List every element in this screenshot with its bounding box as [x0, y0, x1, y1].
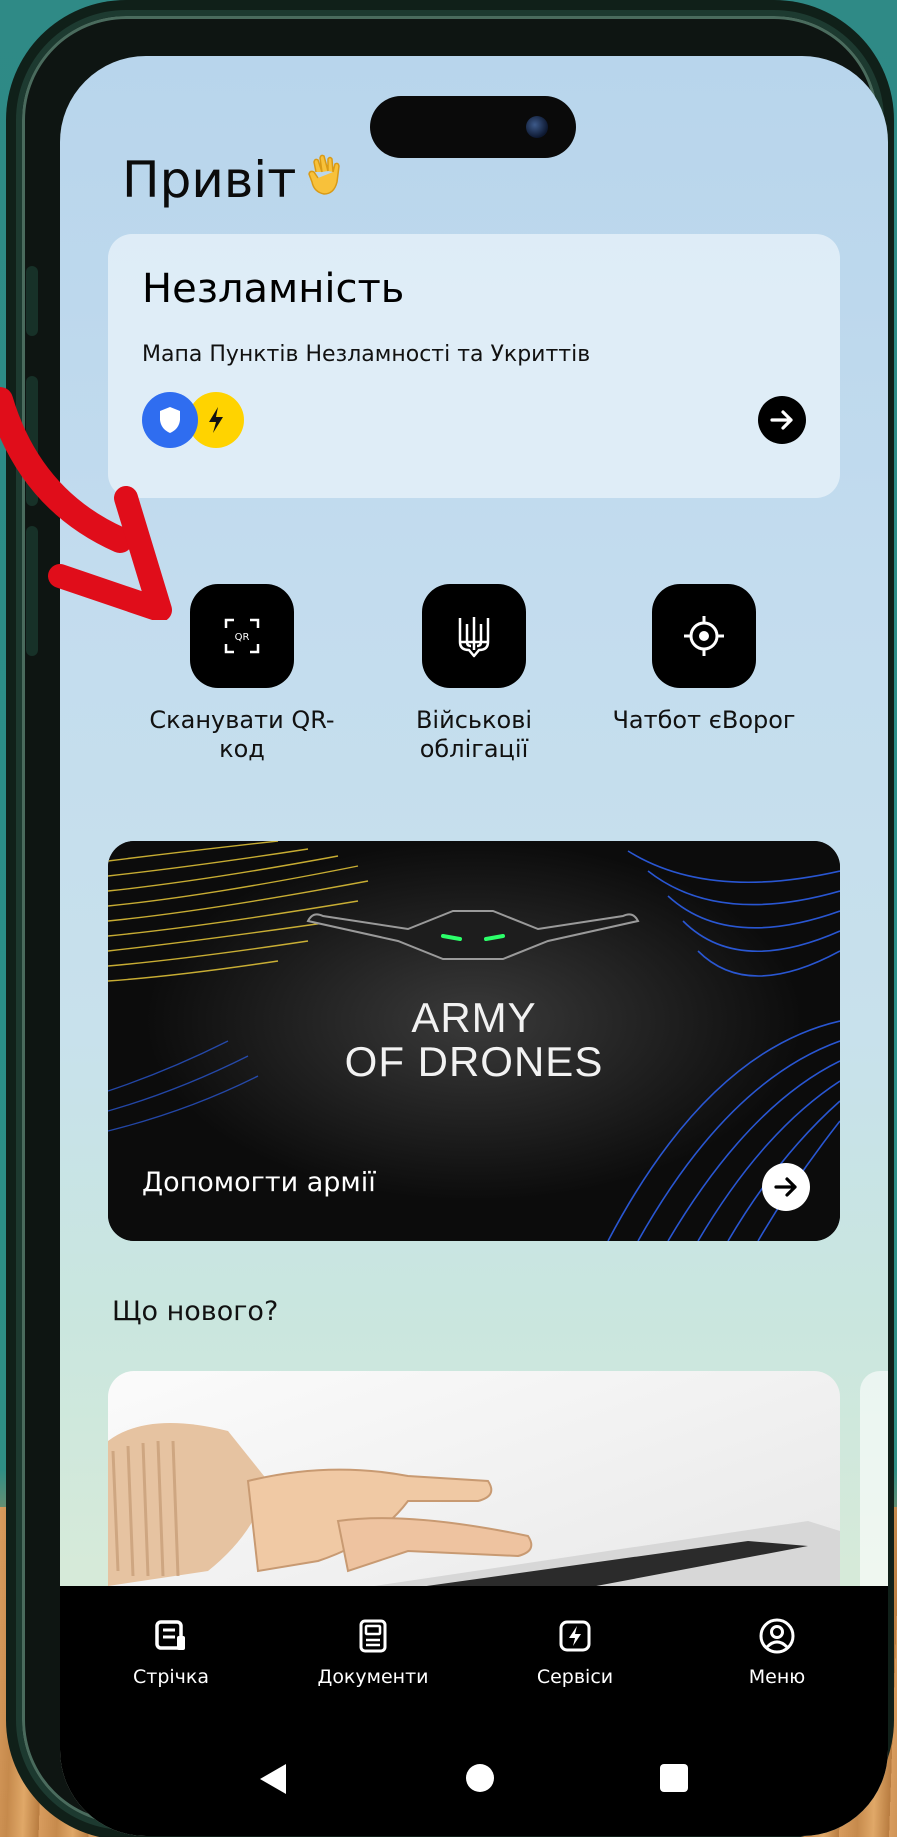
quick-action-label: Сканувати QR-код	[149, 706, 335, 763]
back-icon[interactable]	[258, 1762, 288, 1800]
documents-icon	[288, 1612, 458, 1660]
services-icon	[490, 1612, 660, 1660]
tab-label: Сервіси	[536, 1666, 614, 1688]
profile-icon	[692, 1612, 862, 1660]
feed-icon	[86, 1612, 256, 1660]
tab-label: Стрічка	[132, 1666, 210, 1688]
nezlamnist-card[interactable]: Незламність Мапа Пунктів Незламності та …	[108, 234, 840, 498]
arrow-right-button[interactable]	[758, 396, 806, 444]
tab-label: Меню	[748, 1666, 806, 1688]
army-of-drones-logo: ARMY OF DRONES	[108, 996, 840, 1084]
qr-scan-icon[interactable]: QR	[190, 584, 294, 688]
tab-label: Документи	[317, 1666, 429, 1688]
shield-icon	[142, 392, 198, 448]
home-icon[interactable]	[466, 1764, 494, 1792]
quick-action-label: Чатбот єВорог	[612, 706, 796, 734]
trident-icon[interactable]	[422, 584, 526, 688]
volume-up-button	[26, 266, 38, 336]
arrow-right-button[interactable]	[762, 1163, 810, 1211]
greeting: Привіт	[122, 151, 350, 209]
greeting-text: Привіт	[122, 151, 297, 209]
app-screen: Привіт Незламність Мапа Пунктів Незламно…	[60, 56, 888, 1836]
target-icon[interactable]	[652, 584, 756, 688]
help-army-link[interactable]: Допомогти армії	[142, 1167, 376, 1198]
tab-services[interactable]: Сервіси	[490, 1612, 660, 1726]
card-subtitle: Мапа Пунктів Незламності та Укриттів	[142, 342, 591, 367]
card-title: Незламність	[142, 266, 405, 312]
dynamic-island	[370, 96, 576, 158]
army-of-drones-banner[interactable]: ARMY OF DRONES Допомогти армії	[108, 841, 840, 1241]
camera-icon	[526, 116, 548, 138]
svg-text:QR: QR	[235, 632, 250, 643]
waving-hand-icon	[304, 152, 350, 209]
tab-feed[interactable]: Стрічка	[86, 1612, 256, 1726]
phone-frame: Привіт Незламність Мапа Пунктів Незламно…	[16, 10, 888, 1836]
tab-documents[interactable]: Документи	[288, 1612, 458, 1726]
bottom-tab-bar: Стрічка Документи Сервіси Меню	[60, 1586, 888, 1726]
whats-new-heading: Що нового?	[112, 1296, 279, 1327]
android-navigation-bar	[60, 1726, 888, 1836]
quick-action-military-bonds[interactable]: Військові облігації	[374, 584, 574, 764]
recent-apps-icon[interactable]	[660, 1764, 688, 1792]
logo-line-1: ARMY	[411, 994, 537, 1041]
quick-action-chatbot-evorog[interactable]: Чатбот єВорог	[604, 584, 804, 735]
quick-action-label: Військові облігації	[415, 706, 533, 763]
logo-line-2: OF DRONES	[344, 1038, 604, 1085]
tab-menu[interactable]: Меню	[692, 1612, 862, 1726]
